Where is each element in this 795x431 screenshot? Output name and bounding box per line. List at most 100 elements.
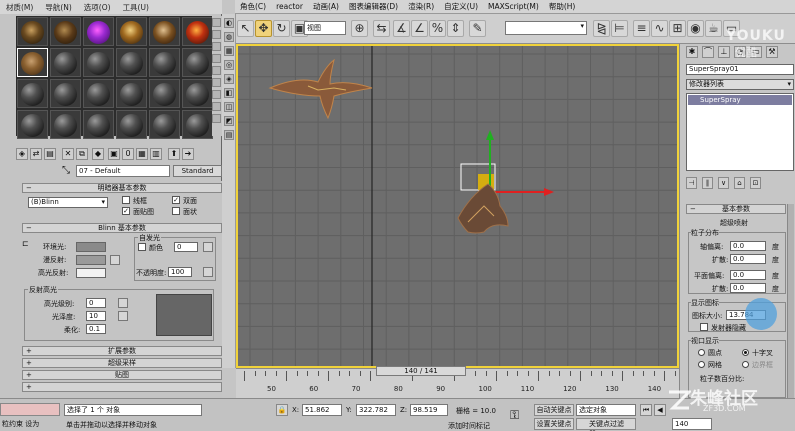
set-key-button[interactable]: 设置关键点 [534, 418, 574, 430]
spread2-spinner[interactable]: 0.0 [730, 283, 766, 293]
menu-character[interactable]: 角色(C) [235, 1, 271, 12]
select-move-icon[interactable]: ✥ [255, 20, 272, 37]
shader-type-dropdown[interactable]: (B)Blinn ▾ [28, 197, 108, 208]
menu-customize[interactable]: 自定义(U) [439, 1, 483, 12]
opacity-map-button[interactable] [203, 267, 213, 277]
face-map-checkbox[interactable]: ✓ [122, 207, 130, 215]
material-navigator-icon[interactable] [212, 114, 221, 123]
strip-icon-5[interactable]: ◈ [224, 74, 234, 84]
modify-tab-icon[interactable]: ⌒ [702, 46, 714, 58]
command-panel-scrollbar[interactable] [787, 204, 794, 398]
maxscript-mini-listener[interactable] [0, 403, 60, 416]
menu-reactor[interactable]: reactor [271, 2, 308, 11]
material-slot[interactable] [116, 17, 147, 46]
stack-item-superspray[interactable]: SuperSpray [688, 95, 792, 105]
material-slot[interactable] [149, 79, 180, 108]
go-to-parent-icon[interactable]: ⬆ [168, 148, 180, 160]
material-slot[interactable] [149, 110, 180, 139]
emitter-hidden-checkbox[interactable] [700, 323, 708, 331]
perspective-viewport[interactable] [236, 44, 679, 368]
blinn-rollout-header[interactable]: − Blinn 基本参数 [22, 223, 222, 233]
material-slot[interactable] [149, 17, 180, 46]
spec-level-spinner[interactable]: 0 [86, 298, 106, 308]
key-icon[interactable]: ⚿ [510, 408, 519, 423]
wire-checkbox[interactable] [122, 196, 130, 204]
reset-map-icon[interactable]: ✕ [62, 148, 74, 160]
sample-type-icon[interactable] [212, 18, 221, 27]
select-by-material-icon[interactable] [212, 102, 221, 111]
make-preview-icon[interactable] [212, 78, 221, 87]
menu-animation[interactable]: 动画(A) [308, 1, 344, 12]
snap-3d-icon[interactable]: ∡ [393, 20, 410, 37]
menu-graph-editors[interactable]: 图表编辑器(D) [344, 1, 403, 12]
select-rotate-icon[interactable]: ↻ [273, 20, 290, 37]
configure-sets-icon[interactable]: ⊡ [750, 177, 761, 189]
material-slot[interactable] [83, 17, 114, 46]
material-slot[interactable] [116, 48, 147, 77]
key-filters-button[interactable]: 关键点过滤器... [576, 418, 636, 431]
strip-icon-2[interactable]: ◍ [224, 32, 234, 42]
specular-swatch[interactable] [76, 268, 106, 278]
mirror-icon[interactable]: ⇆ [373, 20, 390, 37]
self-illum-color-checkbox[interactable] [138, 243, 146, 251]
ticks-radio[interactable] [742, 349, 749, 356]
menu-maxscript[interactable]: MAXScript(M) [483, 2, 544, 11]
pin-stack-icon[interactable]: ⊣ [686, 177, 697, 189]
menu-utilities[interactable]: 工具(U) [117, 2, 155, 13]
supersampling-rollout[interactable]: + 超级采样 [22, 358, 222, 368]
layer-manager-icon[interactable]: ≡ [633, 20, 650, 37]
material-slot[interactable] [182, 48, 213, 77]
self-illum-map-button[interactable] [203, 242, 213, 252]
object-name-field[interactable]: SuperSpray01 [686, 64, 794, 75]
selected-object-dropdown[interactable]: 选定对象 [576, 404, 636, 416]
extended-params-rollout[interactable]: + 扩展参数 [22, 346, 222, 356]
options-icon[interactable] [212, 90, 221, 99]
material-slot[interactable] [83, 110, 114, 139]
material-slot[interactable] [116, 79, 147, 108]
create-tab-icon[interactable]: ✱ [686, 46, 698, 58]
copy-material-icon[interactable]: ⧉ [76, 148, 88, 160]
soften-spinner[interactable]: 0.1 [86, 324, 106, 334]
spec-level-map-button[interactable] [118, 298, 128, 308]
opacity-spinner[interactable]: 100 [168, 267, 192, 277]
material-effects-channel-icon[interactable]: 0 [122, 148, 134, 160]
make-unique-icon[interactable]: ∨ [718, 177, 729, 189]
shader-rollout-header[interactable]: − 明暗器基本参数 [22, 183, 222, 193]
menu-options[interactable]: 选项(O) [78, 2, 117, 13]
glossiness-spinner[interactable]: 10 [86, 311, 106, 321]
strip-icon-1[interactable]: ◐ [224, 18, 234, 28]
select-object-icon[interactable]: ↖ [237, 20, 254, 37]
render-setup-icon[interactable]: ☕ [705, 20, 722, 37]
lock-selection-icon[interactable]: 🔒 [276, 404, 288, 416]
y-coordinate[interactable]: 322.782 [356, 404, 396, 416]
two-sided-checkbox[interactable]: ✓ [172, 196, 180, 204]
pivot-center-icon[interactable]: ⊕ [351, 20, 368, 37]
material-slot[interactable] [116, 110, 147, 139]
material-slot[interactable] [182, 79, 213, 108]
menu-rendering[interactable]: 渲染(R) [403, 1, 439, 12]
strip-icon-7[interactable]: ◫ [224, 102, 234, 112]
dots-radio[interactable] [698, 349, 705, 356]
strip-icon-9[interactable]: ▤ [224, 130, 234, 140]
material-editor-icon[interactable]: ◉ [687, 20, 704, 37]
go-to-start-icon[interactable]: ⏮ [640, 404, 652, 416]
material-slot[interactable] [182, 17, 213, 46]
menu-material[interactable]: 材质(M) [0, 2, 39, 13]
ambient-swatch[interactable] [76, 242, 106, 252]
plane-offset-spinner[interactable]: 0.0 [730, 270, 766, 280]
x-coordinate[interactable]: 51.862 [302, 404, 342, 416]
material-slot[interactable] [50, 17, 81, 46]
material-type-button[interactable]: Standard [173, 165, 222, 177]
curve-editor-icon[interactable]: ∿ [651, 20, 668, 37]
strip-icon-6[interactable]: ◧ [224, 88, 234, 98]
previous-frame-icon[interactable]: ◀ [654, 404, 666, 416]
self-illum-spinner[interactable]: 0 [174, 242, 198, 252]
named-selection-dropdown[interactable]: ▾ [505, 21, 587, 35]
backlight-icon[interactable] [212, 30, 221, 39]
modifier-list-dropdown[interactable]: 修改器列表 ▾ [686, 79, 794, 90]
make-unique-icon[interactable]: ◆ [92, 148, 104, 160]
put-to-library-icon[interactable]: ▣ [108, 148, 120, 160]
material-slot[interactable] [17, 48, 48, 77]
angle-snap-icon[interactable]: ∠ [411, 20, 428, 37]
uv-tiling-icon[interactable] [212, 54, 221, 63]
